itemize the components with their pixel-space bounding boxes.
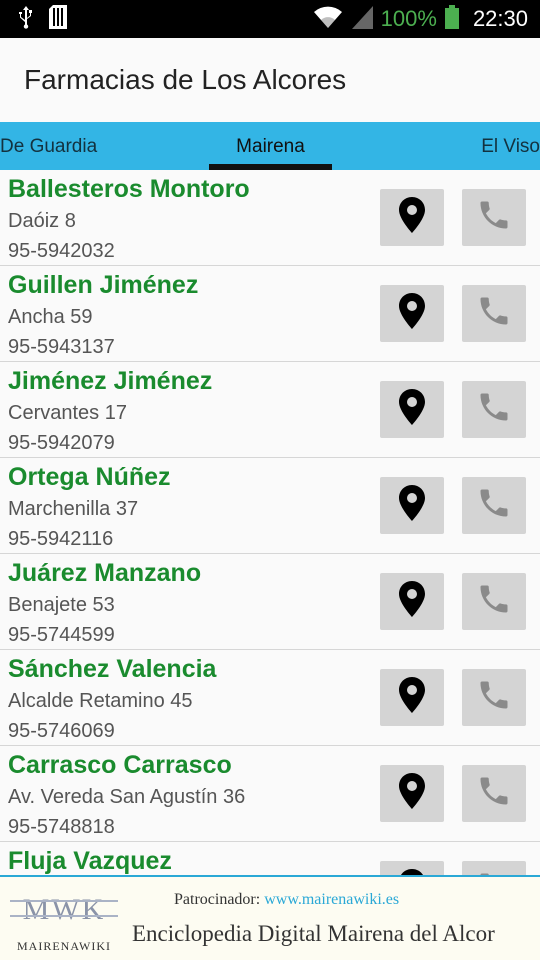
- logo-stripe: [10, 900, 118, 902]
- map-button[interactable]: [380, 765, 444, 822]
- phone-icon: [476, 485, 512, 526]
- map-marker-icon: [398, 868, 426, 875]
- logo-text: MAIRENAWIKI: [16, 939, 112, 953]
- list-item: Ortega Núñez Marchenilla 37 95-5942116: [0, 458, 540, 554]
- app-title: Farmacias de Los Alcores: [24, 64, 347, 95]
- call-button[interactable]: [462, 285, 526, 342]
- sponsor-label: Patrocinador:: [174, 891, 261, 908]
- logo-stripe: [10, 915, 118, 917]
- phone-icon: [476, 197, 512, 238]
- usb-icon: [18, 5, 34, 34]
- pharmacy-phone: 95-5942079: [8, 432, 115, 454]
- map-marker-icon: [398, 676, 426, 719]
- mairenawiki-logo: MWK MAIRENAWIKI: [8, 887, 120, 957]
- phone-icon: [476, 773, 512, 814]
- wifi-icon: [313, 5, 343, 34]
- phone-icon: [476, 389, 512, 430]
- battery-icon: [444, 4, 459, 34]
- phone-icon: [476, 293, 512, 334]
- pharmacy-address: Alcalde Retamino 45: [8, 690, 193, 712]
- tab-el-viso[interactable]: El Viso: [481, 122, 540, 170]
- pharmacy-address: Av. Vereda San Agustín 36: [8, 786, 246, 808]
- sponsor-line: Patrocinador: www.mairenawiki.es: [174, 891, 399, 909]
- list-item: Ballesteros Montoro Daóiz 8 95-5942032: [0, 170, 540, 266]
- pharmacy-address: Cervantes 17: [8, 402, 127, 424]
- battery-percent: 100%: [380, 6, 437, 31]
- map-marker-icon: [398, 484, 426, 527]
- map-button[interactable]: [380, 381, 444, 438]
- pharmacy-phone: 95-5744599: [8, 624, 115, 646]
- pharmacy-name: Carrasco Carrasco: [8, 751, 232, 779]
- sponsor-banner[interactable]: MWK MAIRENAWIKI Patrocinador: www.mairen…: [0, 875, 540, 960]
- pharmacy-address: Ancha 59: [8, 306, 93, 328]
- phone-icon: [476, 581, 512, 622]
- sd-card-icon: [48, 4, 68, 34]
- list-item: Jiménez Jiménez Cervantes 17 95-5942079: [0, 362, 540, 458]
- banner-tagline: Enciclopedia Digital Mairena del Alcor: [132, 921, 495, 946]
- pharmacy-name: Sánchez Valencia: [8, 655, 217, 683]
- pharmacy-list[interactable]: Ballesteros Montoro Daóiz 8 95-5942032 G…: [0, 170, 540, 875]
- pharmacy-name: Fluja Vazquez: [8, 847, 172, 875]
- pharmacy-address: Daóiz 8: [8, 210, 76, 232]
- map-button[interactable]: [380, 573, 444, 630]
- notification-icons: [0, 4, 68, 34]
- list-item: Guillen Jiménez Ancha 59 95-5943137: [0, 266, 540, 362]
- call-button[interactable]: [462, 669, 526, 726]
- call-button[interactable]: [462, 381, 526, 438]
- pharmacy-name: Jiménez Jiménez: [8, 367, 213, 395]
- pharmacy-name: Ortega Núñez: [8, 463, 171, 491]
- pharmacy-phone: 95-5748818: [8, 816, 115, 838]
- call-button[interactable]: [462, 765, 526, 822]
- map-marker-icon: [398, 196, 426, 239]
- pharmacy-phone: 95-5746069: [8, 720, 115, 742]
- pharmacy-phone: 95-5942032: [8, 240, 115, 262]
- pharmacy-address: Marchenilla 37: [8, 498, 139, 520]
- map-marker-icon: [398, 772, 426, 815]
- list-item: Carrasco Carrasco Av. Vereda San Agustín…: [0, 746, 540, 842]
- sponsor-link[interactable]: www.mairenawiki.es: [264, 891, 399, 908]
- list-item: Juárez Manzano Benajete 53 95-5744599: [0, 554, 540, 650]
- map-button[interactable]: [380, 477, 444, 534]
- tab-bar: De Guardia Mairena El Viso: [0, 122, 540, 170]
- status-bar: 100% 22:30: [0, 0, 540, 38]
- app-bar: Farmacias de Los Alcores: [0, 38, 540, 122]
- call-button[interactable]: [462, 573, 526, 630]
- map-marker-icon: [398, 388, 426, 431]
- list-item: Sánchez Valencia Alcalde Retamino 45 95-…: [0, 650, 540, 746]
- map-marker-icon: [398, 292, 426, 335]
- map-button[interactable]: [380, 861, 444, 875]
- pharmacy-name: Juárez Manzano: [8, 559, 202, 587]
- clock: 22:30: [472, 6, 528, 31]
- tab-de-guardia[interactable]: De Guardia: [0, 122, 97, 170]
- pharmacy-phone: 95-5943137: [8, 336, 115, 358]
- call-button[interactable]: [462, 189, 526, 246]
- call-button[interactable]: [462, 861, 526, 875]
- map-button[interactable]: [380, 669, 444, 726]
- pharmacy-phone: 95-5942116: [8, 528, 114, 550]
- signal-icon: [351, 5, 373, 34]
- tab-mairena[interactable]: Mairena: [209, 122, 332, 170]
- phone-icon: [476, 677, 512, 718]
- map-button[interactable]: [380, 189, 444, 246]
- pharmacy-name: Guillen Jiménez: [8, 271, 199, 299]
- pharmacy-address: Benajete 53: [8, 594, 115, 616]
- map-marker-icon: [398, 580, 426, 623]
- map-button[interactable]: [380, 285, 444, 342]
- pharmacy-name: Ballesteros Montoro: [8, 175, 250, 203]
- call-button[interactable]: [462, 477, 526, 534]
- list-item: Fluja Vazquez: [0, 842, 540, 875]
